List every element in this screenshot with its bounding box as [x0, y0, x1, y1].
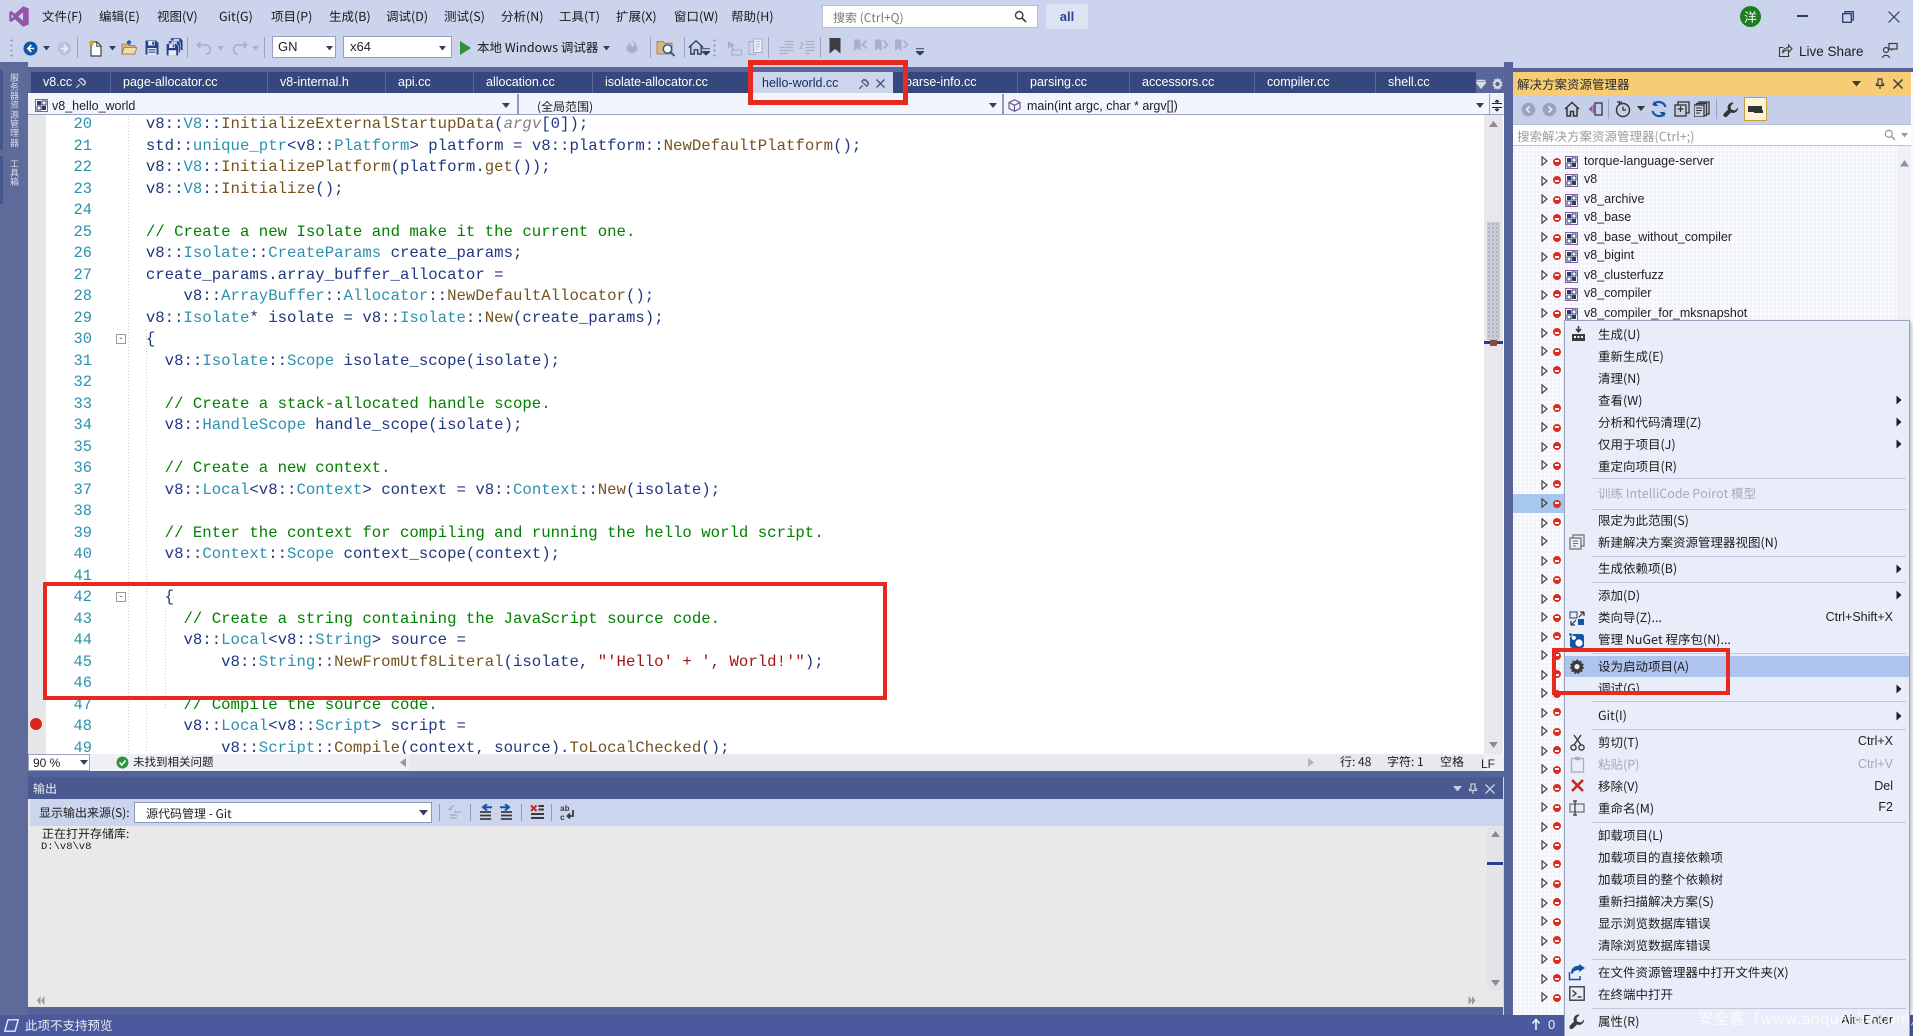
- svg-text:ab: ab: [560, 805, 570, 814]
- svg-text:c: c: [560, 814, 565, 822]
